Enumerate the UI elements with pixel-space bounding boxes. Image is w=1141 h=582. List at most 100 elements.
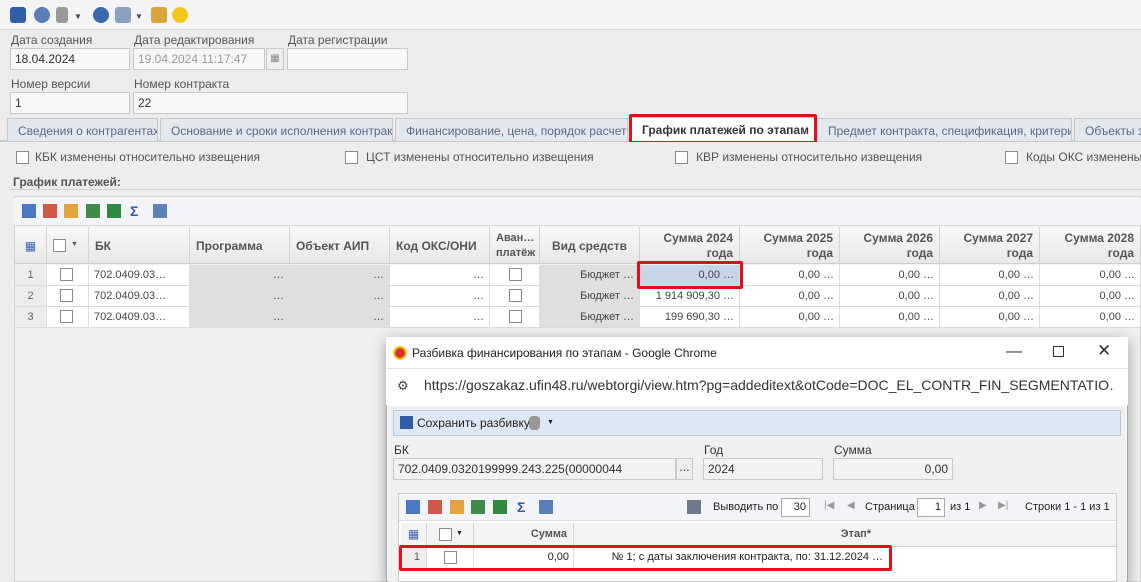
cell-oks[interactable]: … [390,286,490,307]
save-split-button[interactable]: Сохранить разбивку [417,416,530,430]
per-page-input[interactable]: 30 [781,498,810,517]
kvr-checkbox[interactable] [675,151,688,164]
col-sum-2028[interactable]: Сумма 2028 года [1040,227,1141,264]
filter-icon[interactable] [450,500,464,514]
tab-basis-terms[interactable]: Основание и сроки исполнения контракта [160,118,393,141]
col-oks[interactable]: Код ОКС/ОНИ [390,227,490,264]
row-checkbox[interactable] [60,289,73,302]
calendar-icon[interactable]: ▦ [266,48,284,70]
cell-s2028[interactable]: 0,00 … [1040,307,1141,328]
cell-prog[interactable]: … [190,286,290,307]
cell-s2025[interactable]: 0,00 … [740,307,840,328]
row-select-cell[interactable] [47,286,89,307]
add-row-icon[interactable] [406,500,420,514]
chevron-down-icon[interactable]: ▼ [135,12,143,21]
maximize-icon[interactable] [1053,346,1064,357]
popup-col-stage[interactable]: Этап* [574,523,1116,547]
popup-row-checkbox[interactable] [444,551,457,564]
cell-obj[interactable]: … [290,286,390,307]
cell-s2024[interactable]: 199 690,30 … [640,307,740,328]
col-fund-type[interactable]: Вид средств [540,227,640,264]
info-icon[interactable] [93,7,109,23]
tab-contractors[interactable]: Сведения о контрагентах [7,118,158,141]
row-checkbox[interactable] [60,310,73,323]
filter-icon[interactable] [64,204,78,218]
cell-s2025[interactable]: 0,00 … [740,286,840,307]
cell-vid[interactable]: Бюджет … [540,265,640,286]
cell-vid[interactable]: Бюджет … [540,286,640,307]
url-text[interactable]: https://goszakaz.ufin48.ru/webtorgi/view… [424,377,1114,393]
advance-cell[interactable] [490,307,540,328]
hint-icon[interactable] [172,7,188,23]
contract-number-field[interactable]: 22 [133,92,408,114]
col-object[interactable]: Объект АИП [290,227,390,264]
attach-icon[interactable] [529,416,540,430]
columns-icon[interactable] [539,500,553,514]
popup-header-icon-cell[interactable]: ▦ [401,523,427,547]
popup-row-sum[interactable]: 0,00 [474,547,574,568]
page-input[interactable]: 1 [917,498,945,517]
cell-obj[interactable]: … [290,265,390,286]
tab-financing[interactable]: Финансирование, цена, порядок расчетов [395,118,628,141]
cell-vid[interactable]: Бюджет … [540,307,640,328]
cst-checkbox[interactable] [345,151,358,164]
save-icon[interactable] [10,7,26,23]
tab-objects[interactable]: Объекты за [1074,118,1141,141]
cell-oks[interactable]: … [390,307,490,328]
cell-bk[interactable]: 702.0409.03… [89,307,190,328]
popup-row-checkbox-cell[interactable] [427,547,474,568]
chevron-down-icon[interactable]: ▼ [71,241,78,248]
cell-s2026[interactable]: 0,00 … [840,286,940,307]
cell-s2028[interactable]: 0,00 … [1040,265,1141,286]
advance-cell[interactable] [490,286,540,307]
cell-s2026[interactable]: 0,00 … [840,265,940,286]
excel-icon[interactable] [493,500,507,514]
col-advance[interactable]: Аван… платёж [490,227,540,264]
advance-checkbox[interactable] [509,310,522,323]
col-sum-2025[interactable]: Сумма 2025 года [740,227,840,264]
cell-oks[interactable]: … [390,265,490,286]
first-page-icon[interactable]: |◀ [824,500,834,511]
columns-icon[interactable] [153,204,167,218]
checkbox-header[interactable]: ▼ [47,227,89,264]
sum-icon[interactable]: Σ [517,500,531,514]
bk-lookup-button[interactable]: … [676,458,693,480]
col-program[interactable]: Программа [190,227,290,264]
next-page-icon[interactable]: ▶ [979,500,987,511]
save-icon[interactable] [400,416,413,429]
close-icon[interactable]: ✕ [1097,341,1111,361]
advance-cell[interactable] [490,265,540,286]
chevron-down-icon[interactable]: ▼ [74,12,82,21]
last-page-icon[interactable]: ▶| [998,500,1008,511]
row-select-cell[interactable] [47,265,89,286]
popup-row-stage[interactable]: № 1; с даты заключения контракта, по: 31… [574,547,888,568]
site-settings-icon[interactable]: ⚙ [397,378,409,394]
sum-icon[interactable]: Σ [130,204,144,218]
cell-s2025[interactable]: 0,00 … [740,265,840,286]
cell-s2027[interactable]: 0,00 … [940,286,1040,307]
kbk-checkbox[interactable] [16,151,29,164]
prev-page-icon[interactable]: ◀ [847,500,855,511]
advance-checkbox[interactable] [509,268,522,281]
popup-col-sum[interactable]: Сумма [474,523,574,547]
cell-bk[interactable]: 702.0409.03… [89,265,190,286]
col-bk[interactable]: БК [89,227,190,264]
tab-payment-schedule[interactable]: График платежей по этапам [631,117,815,142]
tab-subject-spec[interactable]: Предмет контракта, спецификация, критери… [817,118,1072,141]
col-sum-2027[interactable]: Сумма 2027 года [940,227,1040,264]
cell-bk[interactable]: 702.0409.03… [89,286,190,307]
cell-s2024[interactable]: 1 914 909,30 … [640,286,740,307]
cell-s2027[interactable]: 0,00 … [940,307,1040,328]
minimize-icon[interactable]: — [1006,343,1022,361]
excel-icon[interactable] [107,204,121,218]
col-sum-2024[interactable]: Сумма 2024 года [640,227,740,264]
oks-checkbox[interactable] [1005,151,1018,164]
add-row-icon[interactable] [22,204,36,218]
row-select-cell[interactable] [47,307,89,328]
link-icon[interactable] [34,7,50,23]
select-all-checkbox[interactable] [53,239,66,252]
select-all-header[interactable]: ▦ [15,227,47,264]
col-sum-2026[interactable]: Сумма 2026 года [840,227,940,264]
popup-header-checkbox[interactable]: ▼ [427,523,474,547]
advance-checkbox[interactable] [509,289,522,302]
